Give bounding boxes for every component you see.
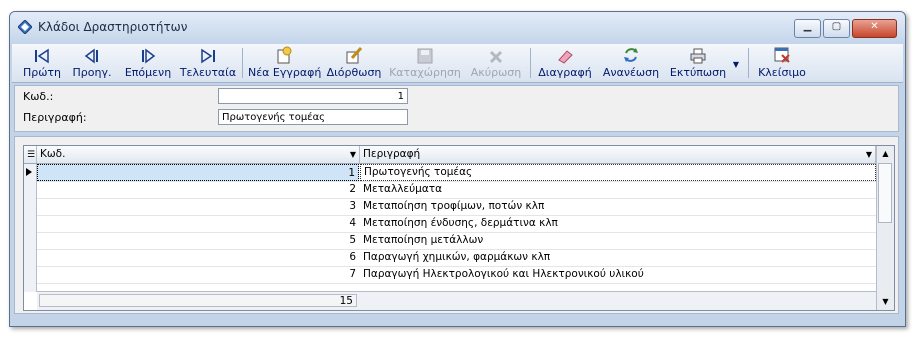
table-row[interactable]: 2 Μεταλλεύματα [37,181,876,199]
toolbar-separator [242,48,243,78]
refresh-label: Ανανέωση [602,66,660,79]
new-record-label: Νέα Εγγραφή [248,66,322,79]
first-record-icon [35,48,49,64]
chevron-down-icon[interactable]: ▼ [350,146,356,163]
record-form: Κωδ.: 1 Περιγραφή: Πρωτογενής τομέας [14,85,899,132]
chevron-down-icon[interactable]: ▼ [866,146,872,163]
previous-record-button[interactable]: Προηγ. [68,44,116,82]
cancel-label: Ακύρωση [470,66,522,79]
print-dropdown-button[interactable]: ▼ [730,44,742,82]
cell-description[interactable]: Πρωτογενής τομέας [360,164,876,181]
scroll-thumb[interactable] [878,163,892,223]
maximize-button[interactable]: ▢ [823,19,850,38]
close-form-button[interactable]: Κλείσιμο [754,44,810,82]
close-form-icon [774,47,790,63]
edit-label: Διόρθωση [326,66,382,79]
cell-code[interactable]: 6 [37,249,359,266]
records-grid: ☰ Κωδ. ▼ Περιγραφή ▼ 15 ▲ ▼ 1 Πρωτογενής το… [23,145,895,311]
cell-description[interactable]: Παραγωγή χημικών, φαρμάκων κλπ [360,249,876,266]
minimize-icon: ▁ [803,21,812,32]
refresh-button[interactable]: Ανανέωση [598,44,664,82]
maximize-icon: ▢ [831,21,842,32]
first-record-button[interactable]: Πρώτη [18,44,66,82]
dropdown-arrow-icon: ▼ [732,60,740,69]
cell-description[interactable]: Μεταλλεύματα [360,181,876,198]
table-row[interactable]: 4 Μεταποίηση ένδυσης, δερμάτινα κλπ [37,215,876,233]
current-row-arrow-icon [26,168,32,176]
cell-code[interactable]: 7 [37,266,359,283]
eraser-icon [558,50,573,64]
app-diamond-icon [18,20,32,34]
table-row[interactable]: 1 Πρωτογενής τομέας [37,164,876,182]
title-bar[interactable]: Κλάδοι Δραστηριοτήτων ▁ ▢ ✕ [10,12,905,44]
grid-panel: ☰ Κωδ. ▼ Περιγραφή ▼ 15 ▲ ▼ 1 Πρωτογενής το… [14,136,899,314]
cell-description[interactable]: Παραγωγή Ηλεκτρολογικού και Ηλεκτρονικού… [360,266,876,283]
edit-icon [346,46,363,64]
print-button[interactable]: Εκτύπωση [666,44,730,82]
previous-record-label: Προηγ. [72,66,112,79]
table-row[interactable]: 6 Παραγωγή χημικών, φαρμάκων κλπ [37,249,876,267]
next-record-icon [142,48,156,64]
cancel-icon [489,50,503,64]
record-count: 15 [39,294,357,307]
save-icon [417,48,433,64]
first-record-label: Πρώτη [22,66,62,79]
save-label: Καταχώρηση [389,66,461,79]
code-field[interactable]: 1 [218,88,408,104]
next-record-label: Επόμενη [124,66,172,79]
cell-description[interactable]: Μεταποίηση μετάλλων [360,232,876,249]
description-field[interactable]: Πρωτογενής τομέας [218,109,408,125]
main-window: Κλάδοι Δραστηριοτήτων ▁ ▢ ✕ Πρώτη Προηγ.… [9,11,906,327]
last-record-icon [201,48,215,64]
column-chooser-icon: ☰ [27,150,36,160]
edit-button[interactable]: Διόρθωση [324,44,384,82]
new-record-icon [277,46,292,64]
print-label: Εκτύπωση [669,66,727,79]
toolbar-separator [530,48,531,78]
column-header-code[interactable]: Κωδ. ▼ [37,146,360,163]
close-form-label: Κλείσιμο [758,66,806,79]
last-record-button[interactable]: Τελευταία [178,44,238,82]
scroll-down-icon[interactable]: ▼ [877,294,894,310]
scroll-up-icon[interactable]: ▲ [877,146,894,162]
toolbar: Πρώτη Προηγ. Επόμενη Τελευταία Νέα Εγγρα… [12,44,903,83]
cell-code[interactable]: 2 [37,181,359,198]
vertical-scrollbar[interactable]: ▲ ▼ [876,146,894,310]
cell-code[interactable]: 5 [37,232,359,249]
new-record-button[interactable]: Νέα Εγγραφή [248,44,322,82]
printer-icon [690,48,706,64]
window-title: Κλάδοι Δραστηριοτήτων [38,20,188,34]
row-indicator-column [24,164,37,292]
column-header-description-label: Περιγραφή [363,148,421,160]
table-row[interactable]: 5 Μεταποίηση μετάλλων [37,232,876,250]
cancel-button[interactable]: Ακύρωση [466,44,526,82]
cell-description[interactable]: Μεταποίηση τροφίμων, ποτών κλπ [360,198,876,215]
close-window-button[interactable]: ✕ [852,19,897,38]
column-header-description[interactable]: Περιγραφή ▼ [360,146,876,163]
grid-menu-button[interactable]: ☰ [24,146,37,163]
previous-record-icon [84,48,98,64]
next-record-button[interactable]: Επόμενη [120,44,176,82]
save-button[interactable]: Καταχώρηση [388,44,462,82]
cell-code[interactable]: 3 [37,198,359,215]
description-label: Περιγραφή: [23,111,87,124]
cell-code[interactable]: 4 [37,215,359,232]
code-label: Κωδ.: [23,90,54,103]
toolbar-separator [748,48,749,78]
minimize-button[interactable]: ▁ [794,19,821,38]
last-record-label: Τελευταία [179,66,237,79]
cell-description[interactable]: Μεταποίηση ένδυσης, δερμάτινα κλπ [360,215,876,232]
grid-footer: 15 [37,291,876,310]
table-row[interactable]: 3 Μεταποίηση τροφίμων, ποτών κλπ [37,198,876,216]
cell-code[interactable]: 1 [37,164,359,181]
close-icon: ✕ [870,21,879,32]
table-row[interactable]: 7 Παραγωγή Ηλεκτρολογικού και Ηλεκτρονικο… [37,266,876,284]
column-header-code-label: Κωδ. [40,148,66,160]
delete-label: Διαγραφή [538,66,592,79]
refresh-icon [624,48,638,62]
grid-header: ☰ Κωδ. ▼ Περιγραφή ▼ [24,146,876,164]
delete-button[interactable]: Διαγραφή [536,44,594,82]
